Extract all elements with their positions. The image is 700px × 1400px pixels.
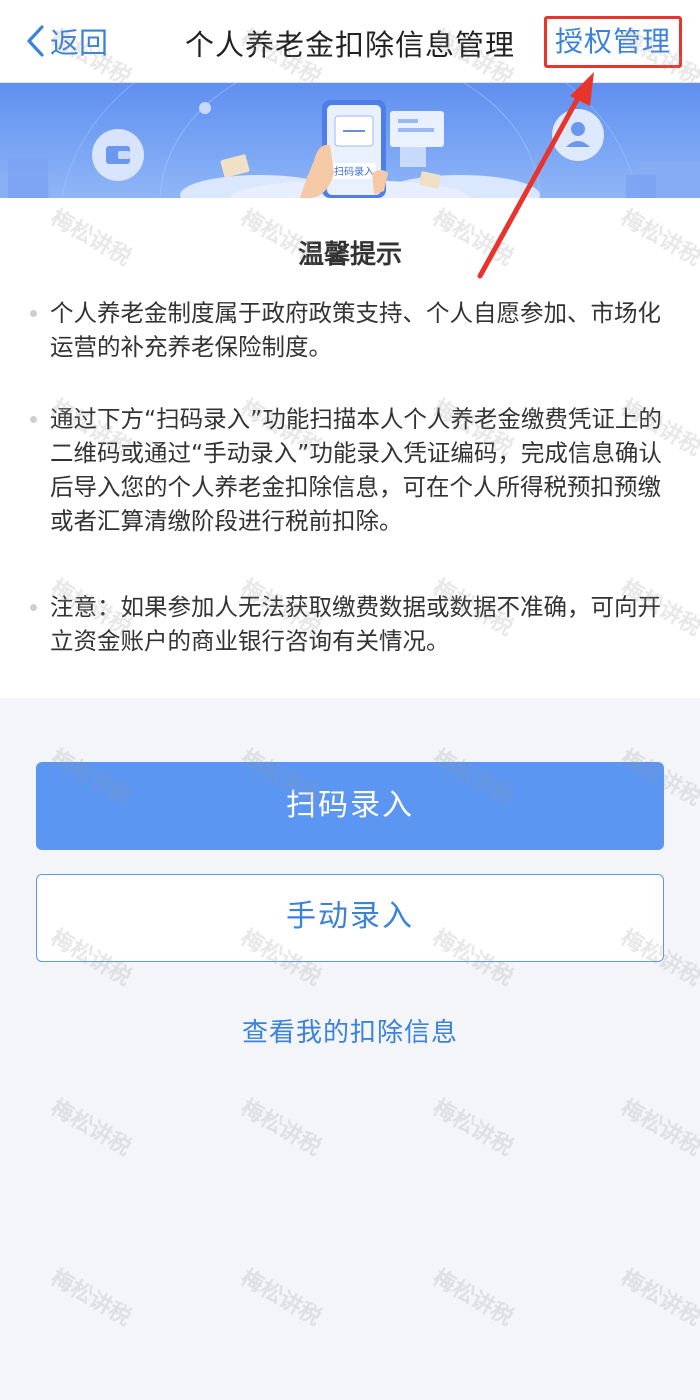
phone-scan-label: 扫码录入: [334, 165, 374, 178]
watermark: 梅松讲税: [428, 1264, 518, 1331]
manual-entry-button[interactable]: 手动录入: [36, 874, 664, 962]
watermark: 梅松讲税: [236, 1264, 326, 1331]
tip-item: 注意：如果参加人无法获取缴费数据或数据不准确，可向开立资金账户的商业银行咨询有关…: [30, 590, 662, 658]
watermark: 梅松讲税: [616, 1094, 700, 1161]
tip-item: 通过下方“扫码录入”功能扫描本人个人养老金缴费凭证上的二维码或通过“手动录入”功…: [30, 402, 662, 538]
header-banner: 扫码录入: [0, 83, 700, 198]
tip-text: 通过下方“扫码录入”功能扫描本人个人养老金缴费凭证上的二维码或通过“手动录入”功…: [50, 405, 662, 535]
watermark: 梅松讲税: [46, 1264, 136, 1331]
tips-title: 温馨提示: [297, 240, 402, 270]
banner-illustration: 扫码录入: [0, 83, 700, 198]
bullet-dot: [30, 310, 37, 317]
bullet-dot: [30, 604, 37, 611]
watermark: 梅松讲税: [616, 1264, 700, 1331]
view-my-deductions-link[interactable]: 查看我的扣除信息: [0, 1012, 700, 1049]
authorization-management-button[interactable]: 授权管理: [544, 16, 682, 68]
scan-entry-button[interactable]: 扫码录入: [36, 762, 664, 850]
watermark: 梅松讲税: [236, 1094, 326, 1161]
tip-text: 个人养老金制度属于政府政策支持、个人自愿参加、市场化运营的补充养老保险制度。: [50, 299, 661, 361]
tips-card: 温馨提示 个人养老金制度属于政府政策支持、个人自愿参加、市场化运营的补充养老保险…: [0, 198, 700, 698]
bullet-dot: [30, 416, 37, 423]
tip-text: 注意：如果参加人无法获取缴费数据或数据不准确，可向开立资金账户的商业银行咨询有关…: [50, 593, 661, 655]
watermark: 梅松讲税: [428, 1094, 518, 1161]
nav-bar: 返回 个人养老金扣除信息管理 授权管理: [0, 0, 700, 83]
tip-item: 个人养老金制度属于政府政策支持、个人自愿参加、市场化运营的补充养老保险制度。: [30, 296, 662, 364]
watermark: 梅松讲税: [46, 1094, 136, 1161]
